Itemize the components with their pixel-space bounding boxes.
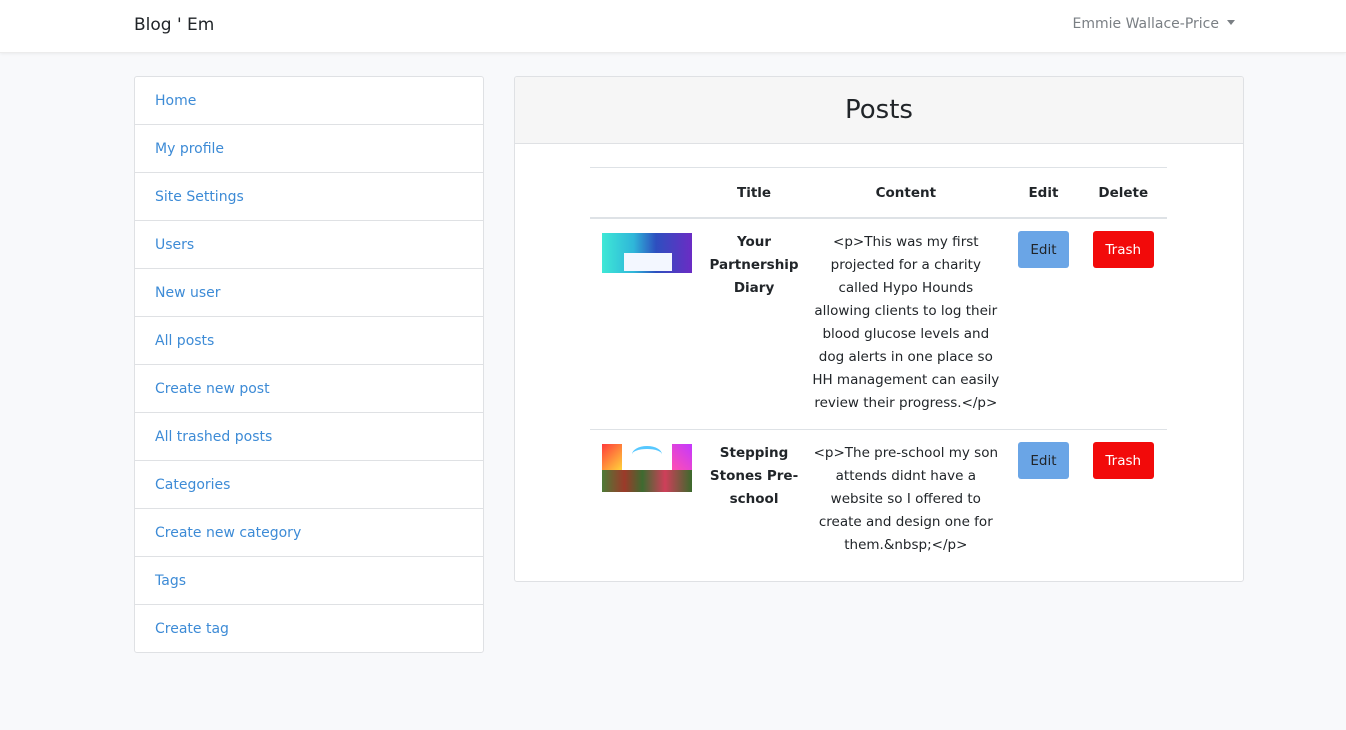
posts-card: Posts Title Content Edit Delete Your Par… [514, 76, 1244, 582]
user-dropdown[interactable]: Emmie Wallace-Price [1073, 16, 1235, 32]
post-title: Your Partnership Diary [709, 234, 799, 296]
post-title: Stepping Stones Pre-school [703, 429, 805, 571]
sidebar-item-users[interactable]: Users [135, 221, 483, 269]
post-thumbnail [601, 444, 692, 492]
posts-table: Title Content Edit Delete Your Partnersh… [590, 167, 1167, 571]
edit-button[interactable]: Edit [1017, 442, 1069, 479]
sidebar-item-my-profile[interactable]: My profile [135, 125, 483, 173]
sidebar-item-create-new-post[interactable]: Create new post [135, 365, 483, 413]
thumbnail-splash [601, 444, 622, 470]
post-content: <p>The pre-school my son attends didnt h… [804, 429, 1008, 571]
thumbnail-panel [623, 253, 672, 271]
column-header-content: Content [804, 167, 1008, 219]
post-content: <p>This was my first projected for a cha… [812, 234, 1000, 411]
brand-logo[interactable]: Blog ' Em [134, 15, 214, 35]
rainbow-arc [631, 446, 662, 463]
posts-card-header: Posts [515, 77, 1243, 144]
column-header-delete: Delete [1079, 167, 1167, 219]
post-thumbnail [601, 233, 692, 281]
page-title: Posts [845, 95, 913, 125]
sidebar-item-create-tag[interactable]: Create tag [135, 605, 483, 652]
sidebar-menu: Home My profile Site Settings Users New … [134, 76, 484, 653]
thumbnail-photos [601, 470, 692, 492]
caret-down-icon [1227, 19, 1235, 25]
sidebar-item-new-user[interactable]: New user [135, 269, 483, 317]
top-navbar: Blog ' Em Emmie Wallace-Price [0, 0, 1346, 53]
table-row: Stepping Stones Pre-school <p>The pre-sc… [590, 429, 1167, 571]
sidebar-item-categories[interactable]: Categories [135, 461, 483, 509]
sidebar-item-site-settings[interactable]: Site Settings [135, 173, 483, 221]
column-header-edit: Edit [1007, 167, 1080, 219]
sidebar-item-tags[interactable]: Tags [135, 557, 483, 605]
column-header-title: Title [703, 167, 805, 219]
thumbnail-splash [671, 444, 692, 470]
table-row: Your Partnership Diary <p>This was my fi… [590, 218, 1167, 430]
sidebar-item-all-posts[interactable]: All posts [135, 317, 483, 365]
edit-button[interactable]: Edit [1017, 231, 1069, 268]
column-header-image [590, 167, 704, 219]
user-name: Emmie Wallace-Price [1072, 16, 1219, 32]
trash-button[interactable]: Trash [1092, 231, 1154, 268]
sidebar-item-home[interactable]: Home [135, 77, 483, 125]
table-header-row: Title Content Edit Delete [590, 167, 1167, 219]
sidebar-item-all-trashed-posts[interactable]: All trashed posts [135, 413, 483, 461]
thumbnail-strip [601, 273, 692, 281]
sidebar-item-create-new-category[interactable]: Create new category [135, 509, 483, 557]
trash-button[interactable]: Trash [1092, 442, 1154, 479]
